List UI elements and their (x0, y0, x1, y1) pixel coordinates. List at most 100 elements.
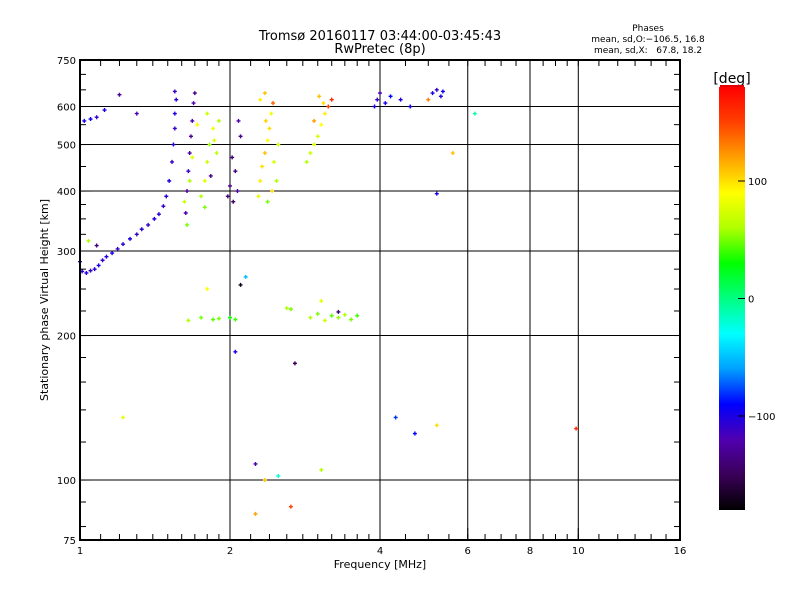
data-point (336, 309, 341, 314)
data-point (408, 104, 413, 109)
data-point (308, 315, 313, 320)
y-tick-label: 750 (57, 56, 76, 67)
data-point (284, 306, 289, 311)
data-point (167, 178, 172, 183)
data-point (100, 258, 105, 263)
data-points (78, 87, 579, 516)
data-point (430, 91, 435, 96)
data-point (288, 504, 293, 509)
data-point (164, 194, 169, 199)
data-point (211, 317, 216, 322)
data-point (258, 97, 263, 102)
data-point (94, 243, 99, 248)
x-tick-label: 1 (77, 546, 83, 557)
data-point (574, 426, 579, 431)
data-point (212, 138, 217, 143)
data-point (312, 142, 317, 147)
data-point (88, 117, 93, 122)
data-point (426, 97, 431, 102)
data-point (355, 313, 360, 318)
stats-o-mode: mean, sd,O:−106.5, 16.8 (591, 35, 705, 45)
data-point (238, 134, 243, 139)
data-point (94, 115, 99, 120)
data-point (233, 349, 238, 354)
data-point (199, 315, 204, 320)
data-point (383, 101, 388, 106)
data-point (265, 199, 270, 204)
data-point (205, 287, 210, 292)
data-point (202, 205, 207, 210)
data-point (110, 251, 115, 256)
data-point (304, 159, 309, 164)
data-point (115, 246, 120, 251)
data-point (265, 138, 270, 143)
data-point (185, 222, 190, 227)
colorbar-tick-label: −100 (748, 412, 775, 423)
data-point (319, 122, 324, 127)
data-point (172, 89, 177, 94)
data-point (216, 316, 221, 321)
x-tick-label: 2 (227, 546, 233, 557)
data-point (225, 194, 230, 199)
data-point (233, 169, 238, 174)
data-point (322, 111, 327, 116)
data-point (262, 151, 267, 156)
data-point (434, 87, 439, 92)
y-tick-label: 400 (57, 187, 76, 198)
colorbar-label: [deg] (713, 71, 750, 87)
data-point (253, 511, 258, 516)
data-point (86, 238, 91, 243)
data-point (315, 134, 320, 139)
data-point (84, 270, 89, 275)
data-point (267, 126, 272, 131)
data-point (211, 126, 216, 131)
data-point (170, 159, 175, 164)
chart-subtitle: RwPretec (8p) (334, 42, 425, 57)
colorbar-tick-label: 0 (748, 295, 754, 306)
data-point (121, 415, 126, 420)
data-point (336, 315, 341, 320)
data-point (276, 142, 281, 147)
y-tick-label: 75 (63, 536, 76, 547)
data-point (450, 151, 455, 156)
data-point (172, 111, 177, 116)
data-point (152, 216, 157, 221)
data-point (228, 183, 232, 188)
data-point (308, 151, 313, 156)
data-point (256, 194, 261, 199)
data-point (134, 232, 139, 237)
data-point (315, 311, 320, 316)
data-point (117, 92, 122, 97)
data-point (216, 118, 221, 123)
data-point (174, 97, 179, 102)
y-axis-label: Stationary phase Virtual Height [km] (38, 199, 51, 401)
data-point (472, 111, 477, 116)
y-tick-label: 600 (57, 103, 76, 114)
data-point (88, 268, 93, 273)
data-point (271, 159, 276, 164)
data-point (253, 461, 258, 466)
data-point (412, 431, 417, 436)
data-point (276, 473, 281, 478)
grid-lines (80, 60, 680, 540)
data-point (258, 178, 263, 183)
data-point (191, 101, 196, 106)
data-point (274, 178, 279, 183)
y-tick-label: 300 (57, 247, 76, 258)
data-point (317, 94, 322, 99)
data-point (205, 159, 210, 164)
ionogram-chart: Tromsø 20160117 03:44:00-03:45:43 RwPret… (38, 24, 775, 571)
data-point (321, 101, 326, 106)
data-point (312, 118, 317, 123)
data-point (183, 211, 188, 216)
data-point (329, 313, 334, 318)
data-point (82, 118, 87, 123)
data-point (235, 189, 240, 194)
data-point (195, 122, 200, 127)
data-point (440, 89, 445, 94)
data-point (236, 118, 241, 123)
data-point (230, 155, 235, 160)
data-point (207, 142, 212, 147)
data-point (188, 134, 193, 139)
data-point (156, 212, 161, 217)
